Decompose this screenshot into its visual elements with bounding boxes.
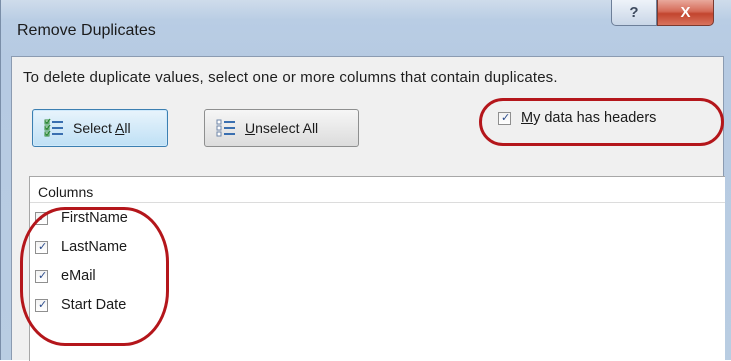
column-item-start-date[interactable]: ✓ Start Date (35, 293, 126, 317)
checkbox-checked-icon[interactable]: ✓ (35, 240, 48, 254)
help-icon: ? (629, 4, 639, 21)
column-item-label: Start Date (61, 297, 127, 313)
columns-list-header: Columns (30, 177, 725, 203)
select-all-icon (44, 118, 64, 138)
columns-list[interactable]: Columns ✓ FirstName ✓ LastName ✓ eMail ✓… (29, 176, 725, 361)
unselect-all-label: Unselect All (245, 120, 319, 136)
select-all-label: Select All (73, 120, 131, 136)
column-item-label: eMail (61, 268, 96, 284)
columns-header-label: Columns (38, 184, 94, 200)
column-item-lastname[interactable]: ✓ LastName (35, 235, 127, 259)
has-headers-checkbox[interactable]: ✓ My data has headers (498, 110, 656, 126)
checkbox-checked-icon[interactable]: ✓ (35, 298, 48, 312)
checkbox-checked-icon[interactable]: ✓ (35, 211, 48, 225)
unselect-all-button[interactable]: Unselect All (204, 109, 359, 147)
select-all-button[interactable]: Select All (32, 109, 168, 147)
unselect-all-icon (216, 118, 236, 138)
help-button[interactable]: ? (611, 0, 657, 26)
close-icon: X (680, 4, 691, 21)
has-headers-label: My data has headers (521, 110, 657, 126)
title-bar[interactable]: Remove Duplicates ? X (1, 0, 731, 56)
checkbox-checked-icon[interactable]: ✓ (35, 269, 48, 283)
column-item-firstname[interactable]: ✓ FirstName (35, 206, 128, 230)
window-title: Remove Duplicates (17, 22, 156, 39)
instruction-text: To delete duplicate values, select one o… (23, 69, 558, 86)
close-button[interactable]: X (657, 0, 714, 26)
column-item-email[interactable]: ✓ eMail (35, 264, 96, 288)
dialog-window: Remove Duplicates ? X To delete duplicat… (0, 0, 731, 361)
dialog-body: To delete duplicate values, select one o… (11, 56, 725, 361)
has-headers-check-icon[interactable]: ✓ (498, 111, 511, 125)
column-item-label: FirstName (61, 210, 128, 226)
column-item-label: LastName (61, 239, 128, 255)
